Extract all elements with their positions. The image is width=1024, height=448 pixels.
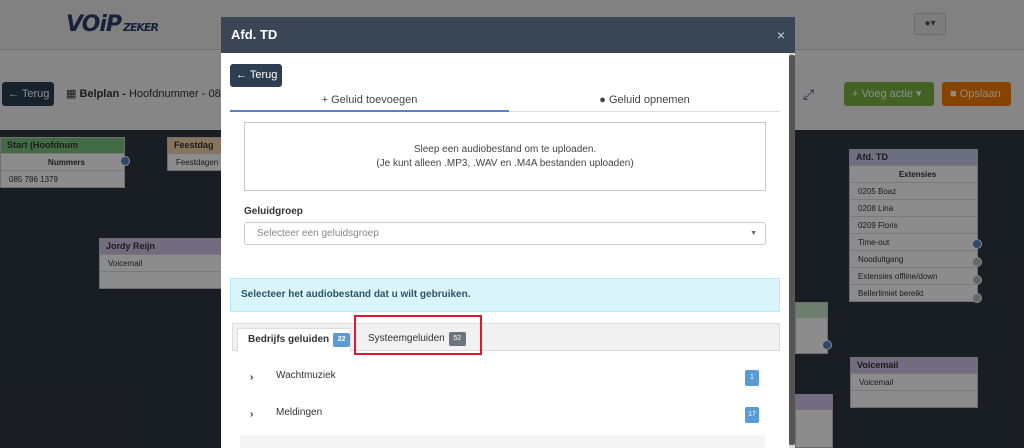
folder-row[interactable]: › Wachtmuziek 1 xyxy=(240,359,765,396)
tab-record-sound[interactable]: ● Geluid opnemen xyxy=(509,91,780,112)
folder-count: 1 xyxy=(745,370,759,386)
modal-scroll-thumb[interactable] xyxy=(789,55,795,445)
modal-title: Afd. TD xyxy=(231,27,278,42)
sound-modal: Afd. TD × ← Terug + Geluid toevoegen ● G… xyxy=(221,17,795,448)
sound-group-label: Geluidgroep xyxy=(244,206,303,217)
count-badge: 22 xyxy=(333,333,351,347)
back-button[interactable]: ← Terug xyxy=(230,64,282,87)
modal-scrollbar[interactable] xyxy=(789,53,795,448)
sound-folder-list: › Wachtmuziek 1 › Meldingen 17 xyxy=(240,359,765,448)
upload-dropzone[interactable]: Sleep een audiobestand om te uploaden. (… xyxy=(244,122,766,191)
arrow-left-icon: ← xyxy=(236,69,247,81)
chevron-right-icon: › xyxy=(250,409,254,420)
folder-label: Wachtmuziek xyxy=(276,370,336,381)
highlight-box xyxy=(354,315,482,355)
sound-group-select[interactable]: Selecteer een geluidsgroep ▼ xyxy=(244,222,766,245)
chevron-right-icon: › xyxy=(250,372,254,383)
microphone-icon: ● xyxy=(599,94,606,106)
modal-body: ← Terug + Geluid toevoegen ● Geluid opne… xyxy=(221,53,789,448)
folder-row[interactable]: › Meldingen 17 xyxy=(240,396,765,433)
sound-library-tabs: Bedrijfs geluiden 22 Systeemgeluiden 52 xyxy=(232,323,780,352)
caret-down-icon: ▼ xyxy=(750,230,757,237)
close-icon[interactable]: × xyxy=(777,17,785,53)
dropzone-line-1: Sleep een audiobestand om te uploaden. xyxy=(413,144,597,155)
dropzone-line-2: (Je kunt alleen .MP3, .WAV en .M4A besta… xyxy=(376,158,634,169)
folder-label: Meldingen xyxy=(276,407,323,418)
info-alert: Selecteer het audiobestand dat u wilt ge… xyxy=(230,278,780,312)
folder-count: 17 xyxy=(745,407,759,423)
tab-add-sound[interactable]: + Geluid toevoegen xyxy=(230,91,509,112)
folder-row[interactable] xyxy=(240,435,765,448)
sound-group-placeholder: Selecteer een geluidsgroep xyxy=(257,228,379,239)
plus-icon: + xyxy=(321,94,329,106)
tab-company-sounds[interactable]: Bedrijfs geluiden 22 xyxy=(237,328,351,352)
modal-header: Afd. TD × xyxy=(221,17,795,53)
